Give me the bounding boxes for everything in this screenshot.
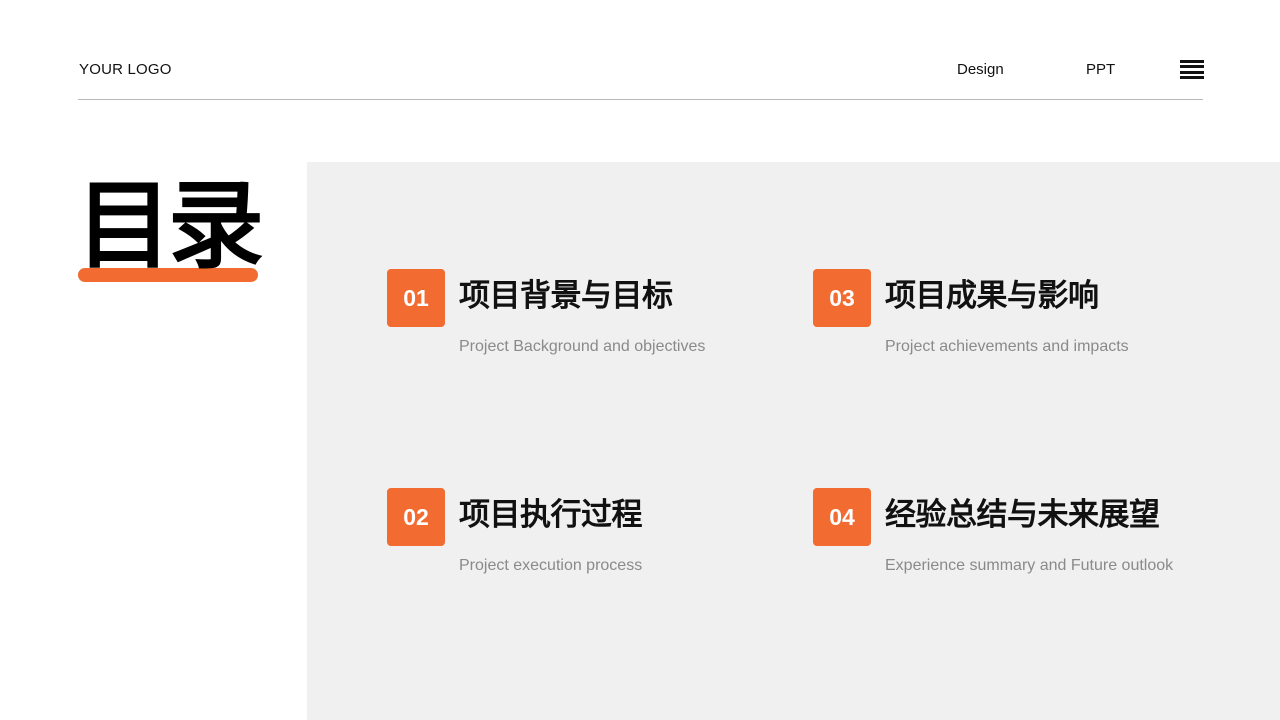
- toc-title: 目录: [76, 178, 260, 274]
- toc-item-number: 02: [387, 488, 445, 546]
- menu-icon-bar: [1180, 65, 1204, 68]
- toc-panel: [307, 162, 1280, 720]
- slide: YOUR LOGO Design PPT 目录 01 项目背景与目标 Proje…: [0, 0, 1280, 720]
- nav-link-design[interactable]: Design: [957, 61, 1004, 78]
- toc-item-subtitle: Project Background and objectives: [459, 338, 705, 356]
- hamburger-menu-icon[interactable]: [1180, 60, 1204, 79]
- toc-item-subtitle: Project achievements and impacts: [885, 338, 1129, 356]
- header-divider: [78, 99, 1203, 100]
- menu-icon-bar: [1180, 71, 1204, 74]
- toc-item-number: 03: [813, 269, 871, 327]
- toc-item-subtitle: Project execution process: [459, 557, 642, 575]
- toc-item-title: 项目执行过程: [459, 498, 642, 532]
- toc-item-title: 项目背景与目标: [459, 279, 673, 313]
- menu-icon-bar: [1180, 60, 1204, 63]
- toc-item-title: 项目成果与影响: [885, 279, 1099, 313]
- toc-item-title: 经验总结与未来展望: [885, 498, 1160, 532]
- toc-item-subtitle: Experience summary and Future outlook: [885, 557, 1173, 575]
- toc-item-number: 01: [387, 269, 445, 327]
- toc-item-number: 04: [813, 488, 871, 546]
- toc-title-block: 目录: [76, 178, 260, 286]
- menu-icon-bar: [1180, 76, 1204, 79]
- logo-text: YOUR LOGO: [79, 61, 172, 78]
- nav-link-ppt[interactable]: PPT: [1086, 61, 1115, 78]
